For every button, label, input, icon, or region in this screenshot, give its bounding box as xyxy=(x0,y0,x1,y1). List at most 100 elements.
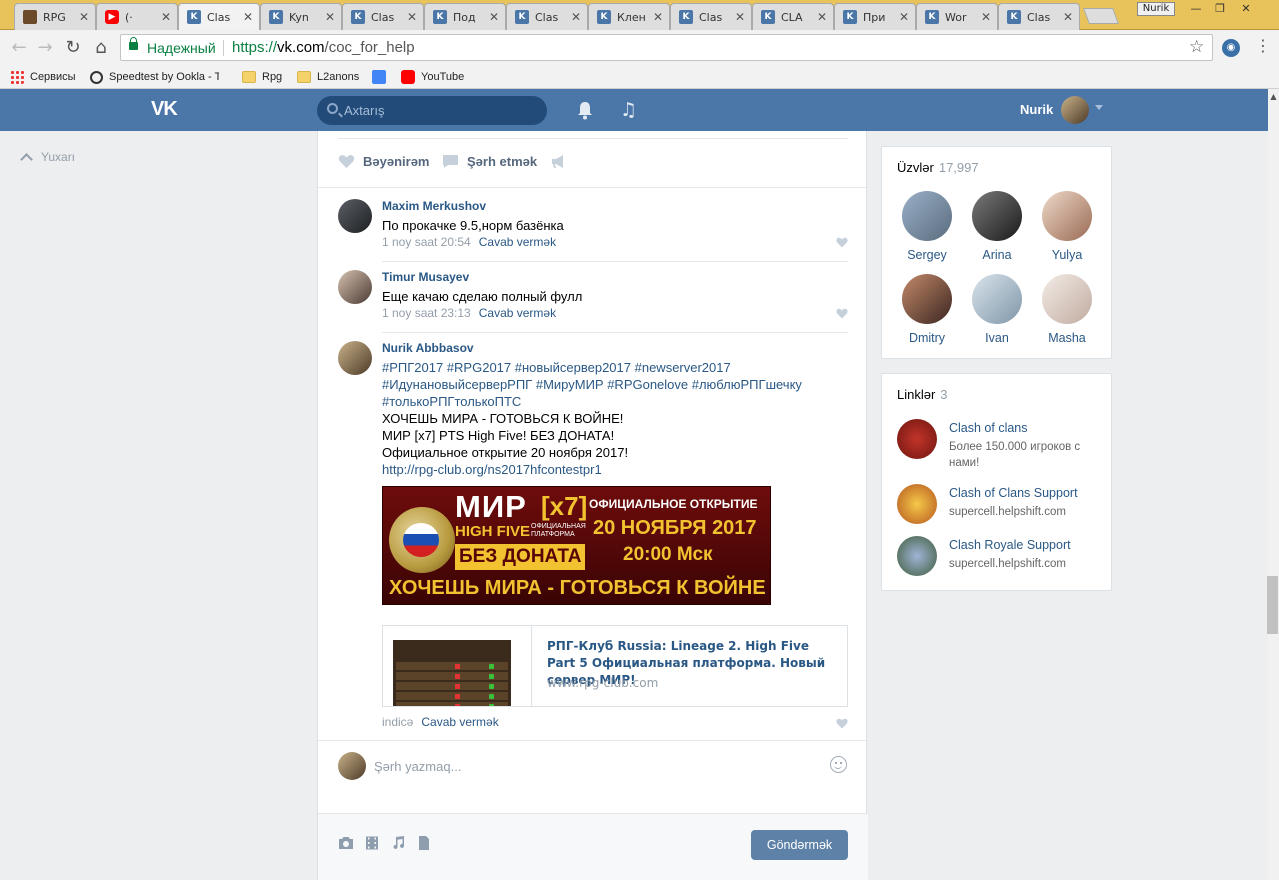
close-icon[interactable]: ✕ xyxy=(981,10,991,24)
link-item[interactable]: Clash of Clans Support supercell.helpshi… xyxy=(897,484,1102,526)
close-window-icon[interactable]: ✕ xyxy=(1234,0,1258,18)
member-item[interactable]: Masha xyxy=(1037,274,1097,345)
bookmark-rpg[interactable]: Rpg xyxy=(242,68,282,86)
menu-icon[interactable]: ⋮ xyxy=(1255,36,1271,55)
tab[interactable]: K Clas ✕ xyxy=(670,3,752,30)
tab[interactable]: K При ✕ xyxy=(834,3,916,30)
reload-icon[interactable]: ↻ xyxy=(62,37,84,59)
bookmark-translate[interactable] xyxy=(372,68,392,86)
reply-link[interactable]: Cavab vermək xyxy=(479,306,556,320)
url-text[interactable]: https://vk.com/coc_for_help xyxy=(232,39,415,56)
post-link[interactable]: http://rpg-club.org/ns2017hfcontestpr1 xyxy=(382,461,842,478)
comment-author[interactable]: Timur Musayev xyxy=(382,270,469,284)
link-item[interactable]: Clash of clans Более 150.000 игроков с н… xyxy=(897,419,1102,471)
new-tab-button[interactable] xyxy=(1083,8,1119,24)
post-banner-image[interactable]: МИР [x7] HIGH FIVE ОФИЦИАЛЬНАЯ ПЛАТФОРМА… xyxy=(382,486,771,605)
close-icon[interactable]: ✕ xyxy=(899,10,909,24)
close-icon[interactable]: ✕ xyxy=(243,10,253,24)
close-icon[interactable]: ✕ xyxy=(735,10,745,24)
member-item[interactable]: Dmitry xyxy=(897,274,957,345)
close-icon[interactable]: ✕ xyxy=(489,10,499,24)
avatar[interactable] xyxy=(338,270,372,304)
tab[interactable]: K Clas ✕ xyxy=(342,3,424,30)
tab-rpg[interactable]: RPG ✕ xyxy=(14,3,96,30)
music-icon[interactable]: ♫ xyxy=(620,99,637,121)
document-icon[interactable] xyxy=(416,836,432,850)
comment-date[interactable]: 1 noy saat 20:54 xyxy=(382,235,471,249)
comment-author[interactable]: Maxim Merkushov xyxy=(382,199,486,213)
close-icon[interactable]: ✕ xyxy=(1063,10,1073,24)
hashtags[interactable]: #ИдунановыйсерверРПГ #МируМИР #RPGonelov… xyxy=(382,376,842,393)
comment-author[interactable]: Nurik Abbbasov xyxy=(382,341,474,355)
tab[interactable]: K Clas ✕ xyxy=(506,3,588,30)
search-input[interactable] xyxy=(344,96,539,125)
tab-youtube[interactable]: ▶ (· ✕ xyxy=(96,3,178,30)
reply-link[interactable]: Cavab vermək xyxy=(421,715,498,729)
close-icon[interactable]: ✕ xyxy=(325,10,335,24)
tab[interactable]: K Клен ✕ xyxy=(588,3,670,30)
bell-icon[interactable] xyxy=(576,100,594,120)
emoji-icon[interactable] xyxy=(830,756,847,773)
member-item[interactable]: Arina xyxy=(967,191,1027,262)
user-name[interactable]: Nurik xyxy=(1020,102,1053,117)
chevron-down-icon[interactable] xyxy=(1095,105,1103,110)
home-icon[interactable]: ⌂ xyxy=(90,37,112,59)
reply-link[interactable]: Cavab vermək xyxy=(479,235,556,249)
tab[interactable]: K CLA ✕ xyxy=(752,3,834,30)
avatar[interactable] xyxy=(338,199,372,233)
camera-icon[interactable] xyxy=(338,836,354,850)
hashtags[interactable]: #РПГ2017 #RPG2017 #новыйсервер2017 #news… xyxy=(382,359,842,376)
music-note-icon[interactable] xyxy=(390,836,406,850)
bookmark-l2anons[interactable]: L2anons xyxy=(297,68,359,86)
heart-icon[interactable] xyxy=(836,237,848,248)
send-button[interactable]: Göndərmək xyxy=(751,830,848,860)
members-title[interactable]: Üzvlər 17,997 xyxy=(897,160,979,175)
extension-icon[interactable]: ◉ xyxy=(1222,39,1240,57)
bookmark-star-icon[interactable]: ☆ xyxy=(1189,37,1204,57)
scroll-to-top-link[interactable]: Yuxarı xyxy=(18,150,75,166)
avatar[interactable] xyxy=(338,341,372,375)
vk-logo[interactable]: VK xyxy=(151,98,178,121)
link-preview-card[interactable]: РПГ-Клуб Russia: Lineage 2. High Five Pa… xyxy=(382,625,848,707)
scrollbar[interactable] xyxy=(1268,89,1279,880)
scrollbar-thumb[interactable] xyxy=(1267,576,1278,634)
bookmark-speedtest[interactable]: Speedtest by Ookla - Th xyxy=(90,68,219,86)
link-item[interactable]: Clash Royale Support supercell.helpshift… xyxy=(897,536,1102,578)
comment-input[interactable] xyxy=(374,752,814,780)
close-icon[interactable]: ✕ xyxy=(79,10,89,24)
member-item[interactable]: Ivan xyxy=(967,274,1027,345)
minimize-icon[interactable]: — xyxy=(1184,0,1208,18)
tab[interactable]: K Kyn ✕ xyxy=(260,3,342,30)
close-icon[interactable]: ✕ xyxy=(817,10,827,24)
scroll-up-icon[interactable]: ▲ xyxy=(1268,92,1279,101)
tab[interactable]: K Под ✕ xyxy=(424,3,506,30)
video-icon[interactable] xyxy=(364,836,380,850)
tab[interactable]: K Wor ✕ xyxy=(916,3,998,30)
share-button[interactable] xyxy=(550,154,575,169)
close-icon[interactable]: ✕ xyxy=(407,10,417,24)
close-icon[interactable]: ✕ xyxy=(571,10,581,24)
comment-date[interactable]: indicə xyxy=(382,715,413,729)
links-title[interactable]: Linklər 3 xyxy=(897,387,948,402)
profile-chip[interactable]: Nurik xyxy=(1137,2,1175,16)
heart-icon[interactable] xyxy=(836,308,848,319)
avatar[interactable] xyxy=(1061,96,1089,124)
back-icon[interactable]: ← xyxy=(8,37,30,59)
restore-icon[interactable]: ❐ xyxy=(1208,0,1232,18)
like-button[interactable]: Bəyənirəm xyxy=(338,154,429,169)
forward-icon[interactable]: → xyxy=(34,37,56,59)
tab-active[interactable]: K Clas ✕ xyxy=(178,3,260,30)
search-box[interactable] xyxy=(317,96,547,125)
heart-icon[interactable] xyxy=(836,718,848,729)
comment-date[interactable]: 1 noy saat 23:13 xyxy=(382,306,471,320)
bookmark-services[interactable]: Сервисы xyxy=(10,68,76,86)
close-icon[interactable]: ✕ xyxy=(653,10,663,24)
bookmark-youtube[interactable]: YouTube xyxy=(401,68,464,86)
member-item[interactable]: Sergey xyxy=(897,191,957,262)
member-item[interactable]: Yulya xyxy=(1037,191,1097,262)
close-icon[interactable]: ✕ xyxy=(161,10,171,24)
hashtags[interactable]: #толькоРПГтолькоПТС xyxy=(382,393,842,410)
comment-button[interactable]: Şərh etmək xyxy=(442,154,537,169)
address-bar[interactable]: Надежный https://vk.com/coc_for_help ☆ xyxy=(120,34,1213,61)
tab[interactable]: K Clas ✕ xyxy=(998,3,1080,30)
